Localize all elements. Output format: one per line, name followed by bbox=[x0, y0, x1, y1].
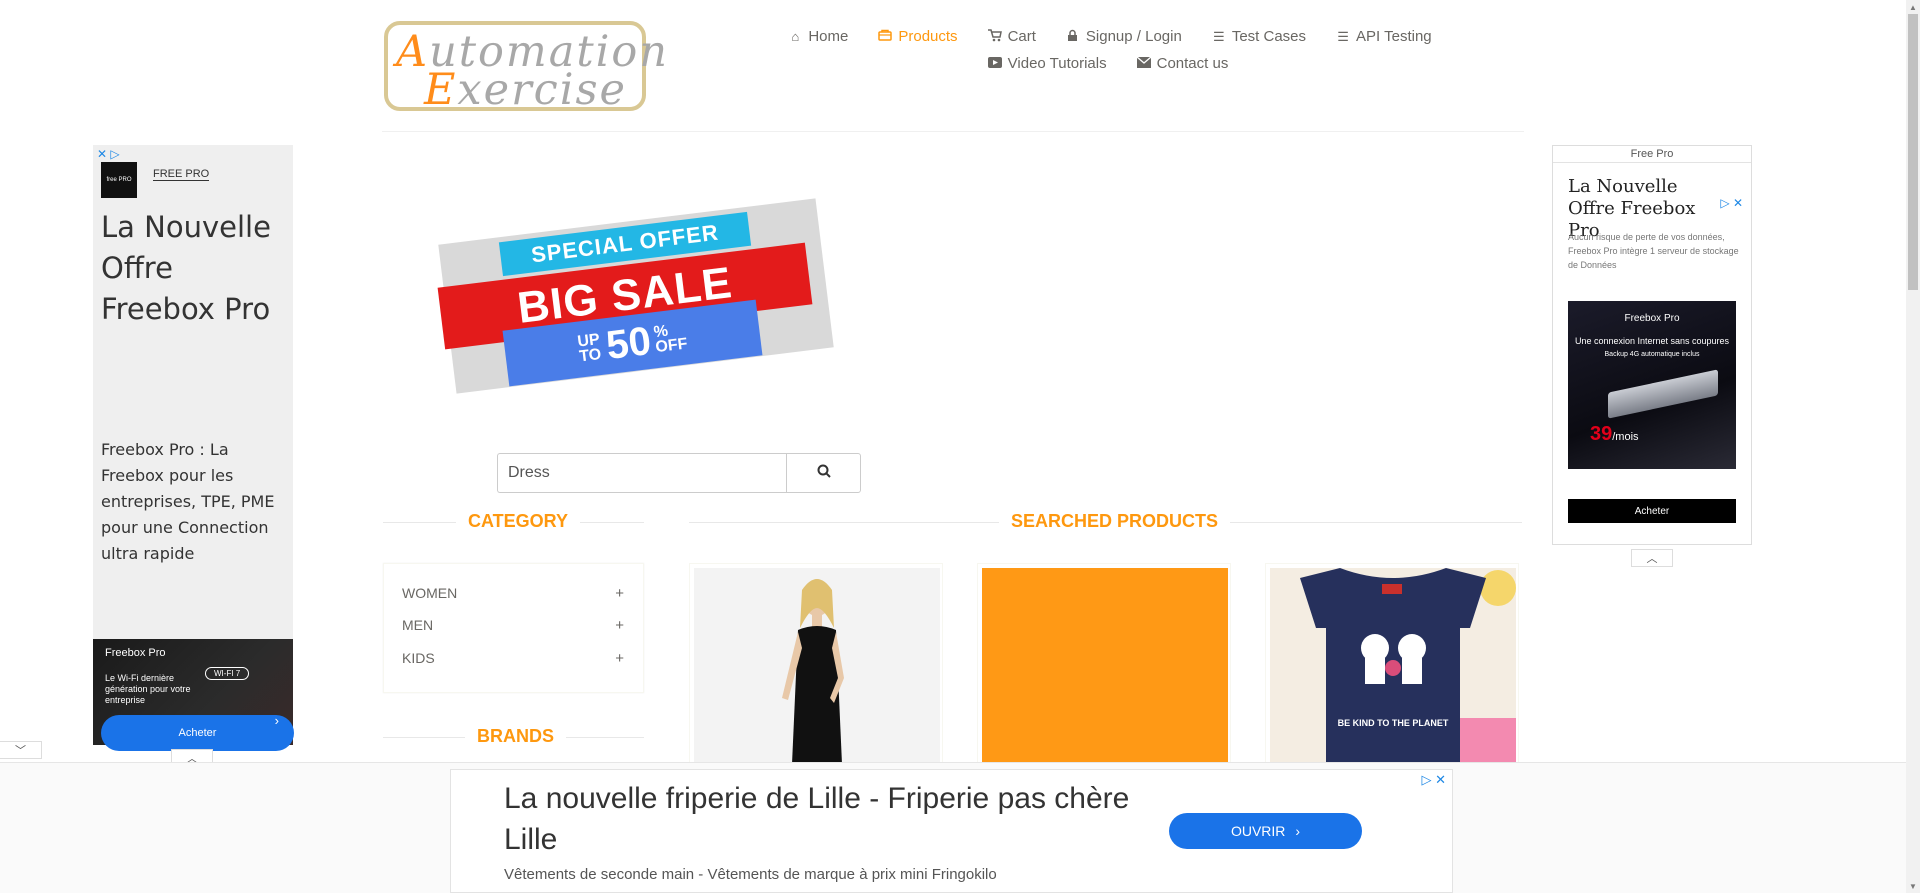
chevron-right-icon[interactable]: › bbox=[275, 713, 279, 728]
bottom-ad-description: Vêtements de seconde main - Vêtements de… bbox=[504, 866, 997, 883]
ad-banner-badge: WI-FI 7 bbox=[205, 667, 250, 680]
shopping-bag-icon bbox=[878, 29, 893, 44]
ad-label: Free Pro bbox=[1553, 148, 1751, 163]
list-icon: ☰ bbox=[1337, 28, 1349, 44]
category-men[interactable]: MEN + bbox=[402, 617, 624, 634]
ad-choices-icon[interactable]: ✕ ▷ bbox=[97, 147, 120, 161]
searched-products-title: SEARCHED PRODUCTS bbox=[999, 511, 1231, 532]
ad-text: Aucun risque de perte de vos données, Fr… bbox=[1568, 232, 1739, 270]
scroll-down-icon[interactable]: ▼ bbox=[1906, 879, 1920, 893]
nav-contact-us[interactable]: Contact us bbox=[1136, 55, 1229, 72]
list-icon: ☰ bbox=[1213, 28, 1225, 44]
plus-icon[interactable]: + bbox=[615, 650, 624, 667]
ad-choices-icon[interactable]: ▷ ✕ bbox=[1421, 772, 1446, 788]
ad-image-title: Freebox Pro bbox=[1624, 313, 1680, 324]
ad-text: Freebox Pro : La Freebox pour les entrep… bbox=[101, 440, 275, 563]
nav-products-label: Products bbox=[898, 28, 958, 45]
nav-video-tutorials[interactable]: Video Tutorials bbox=[987, 55, 1107, 72]
category-kids[interactable]: KIDS + bbox=[402, 650, 624, 667]
ad-toggle-button[interactable]: ﹀ bbox=[0, 741, 42, 759]
nav-video-label: Video Tutorials bbox=[1007, 55, 1107, 72]
brands-title: BRANDS bbox=[465, 726, 567, 747]
bottom-ad-open-button[interactable]: OUVRIR › bbox=[1169, 813, 1362, 849]
cart-icon bbox=[987, 28, 1002, 45]
category-women[interactable]: WOMEN + bbox=[402, 585, 624, 602]
home-icon: ⌂ bbox=[791, 29, 800, 44]
main-nav: ⌂ Home Products Cart Signup / Login ☰ Te… bbox=[780, 28, 1440, 82]
search-product-input[interactable] bbox=[497, 453, 787, 493]
nav-cart[interactable]: Cart bbox=[987, 28, 1036, 45]
router-image bbox=[1608, 369, 1718, 419]
envelope-icon bbox=[1136, 56, 1152, 71]
ad-collapse-button[interactable]: ︿ bbox=[1631, 549, 1673, 567]
product-card[interactable] bbox=[977, 563, 1231, 763]
search-icon bbox=[817, 464, 831, 483]
nav-api-testing[interactable]: ☰ API Testing bbox=[1336, 28, 1432, 45]
nav-signup-label: Signup / Login bbox=[1085, 28, 1182, 45]
plus-icon[interactable]: + bbox=[615, 585, 624, 602]
logo-line-2: Exercise bbox=[424, 65, 627, 115]
right-ad[interactable]: Free Pro La Nouvelle Offre Freebox Pro ▷… bbox=[1552, 145, 1752, 545]
bottom-ad-open-label: OUVRIR bbox=[1230, 823, 1286, 839]
youtube-icon bbox=[987, 56, 1002, 71]
ad-choices-icon[interactable]: ▷ ✕ bbox=[1720, 196, 1743, 210]
product-image-kids-top: BE KIND TO THE PLANET bbox=[1270, 568, 1516, 762]
chevron-up-icon: ︿ bbox=[1646, 553, 1658, 565]
nav-signup-login[interactable]: Signup / Login bbox=[1066, 28, 1182, 45]
ad-banner[interactable]: Freebox Pro Le Wi-Fi dernière génération… bbox=[93, 639, 294, 751]
ad-image-subtitle: Une connexion Internet sans coupures Back… bbox=[1574, 336, 1730, 358]
nav-home-label: Home bbox=[808, 28, 849, 45]
nav-home[interactable]: ⌂ Home bbox=[788, 28, 848, 45]
header-divider bbox=[382, 131, 1524, 132]
site-logo[interactable]: Automation Exercise bbox=[384, 21, 667, 115]
nav-contact-label: Contact us bbox=[1156, 55, 1229, 72]
scrollbar-thumb[interactable] bbox=[1908, 14, 1918, 290]
product-card[interactable]: BE KIND TO THE PLANET bbox=[1265, 563, 1519, 763]
ad-banner-cta[interactable]: Acheter bbox=[101, 715, 294, 751]
left-ad[interactable]: ✕ ▷ free PRO FREE PRO La Nouvelle Offre … bbox=[93, 145, 294, 751]
ad-brand[interactable]: FREE PRO bbox=[153, 168, 210, 181]
chevron-down-icon: ﹀ bbox=[15, 745, 26, 757]
ad-price: 39/mois bbox=[1590, 423, 1639, 445]
ad-title[interactable]: La Nouvelle Offre Freebox Pro bbox=[101, 207, 286, 330]
ad-logo: free PRO bbox=[101, 162, 137, 198]
ad-banner-text: Le Wi-Fi dernière génération pour votre … bbox=[105, 673, 191, 705]
category-label: MEN bbox=[402, 617, 434, 633]
product-card[interactable] bbox=[689, 563, 943, 763]
nav-api-testing-label: API Testing bbox=[1356, 28, 1432, 45]
category-panel: WOMEN + MEN + KIDS + bbox=[383, 563, 644, 693]
scroll-up-icon[interactable]: ▲ bbox=[1906, 0, 1920, 14]
nav-test-cases[interactable]: ☰ Test Cases bbox=[1212, 28, 1306, 45]
category-label: KIDS bbox=[402, 650, 435, 666]
page-scrollbar[interactable]: ▲ ▼ bbox=[1906, 0, 1920, 893]
bottom-ad[interactable]: ▷ ✕ La nouvelle friperie de Lille - Frip… bbox=[450, 769, 1453, 893]
plus-icon[interactable]: + bbox=[615, 617, 624, 634]
ad-banner-title: Freebox Pro bbox=[105, 647, 166, 659]
ad-image[interactable]: Freebox Pro Une connexion Internet sans … bbox=[1568, 301, 1736, 469]
bottom-ad-title[interactable]: La nouvelle friperie de Lille - Friperie… bbox=[504, 778, 1154, 860]
product-image-woman-dress bbox=[694, 568, 940, 762]
search-button[interactable] bbox=[786, 453, 861, 493]
sale-banner: SPECIAL OFFER BIG SALE UP TO 50 % OFF bbox=[437, 198, 834, 394]
lock-icon bbox=[1066, 29, 1080, 45]
nav-cart-label: Cart bbox=[1007, 28, 1036, 45]
category-title: CATEGORY bbox=[456, 511, 581, 532]
chevron-right-icon: › bbox=[1295, 823, 1301, 839]
product-shirt-text: BE KIND TO THE PLANET bbox=[1337, 718, 1449, 728]
product-image-placeholder bbox=[982, 568, 1228, 762]
ad-cta-button[interactable]: Acheter bbox=[1568, 499, 1736, 523]
category-label: WOMEN bbox=[402, 585, 458, 601]
nav-test-cases-label: Test Cases bbox=[1231, 28, 1307, 45]
nav-products[interactable]: Products bbox=[878, 28, 958, 45]
